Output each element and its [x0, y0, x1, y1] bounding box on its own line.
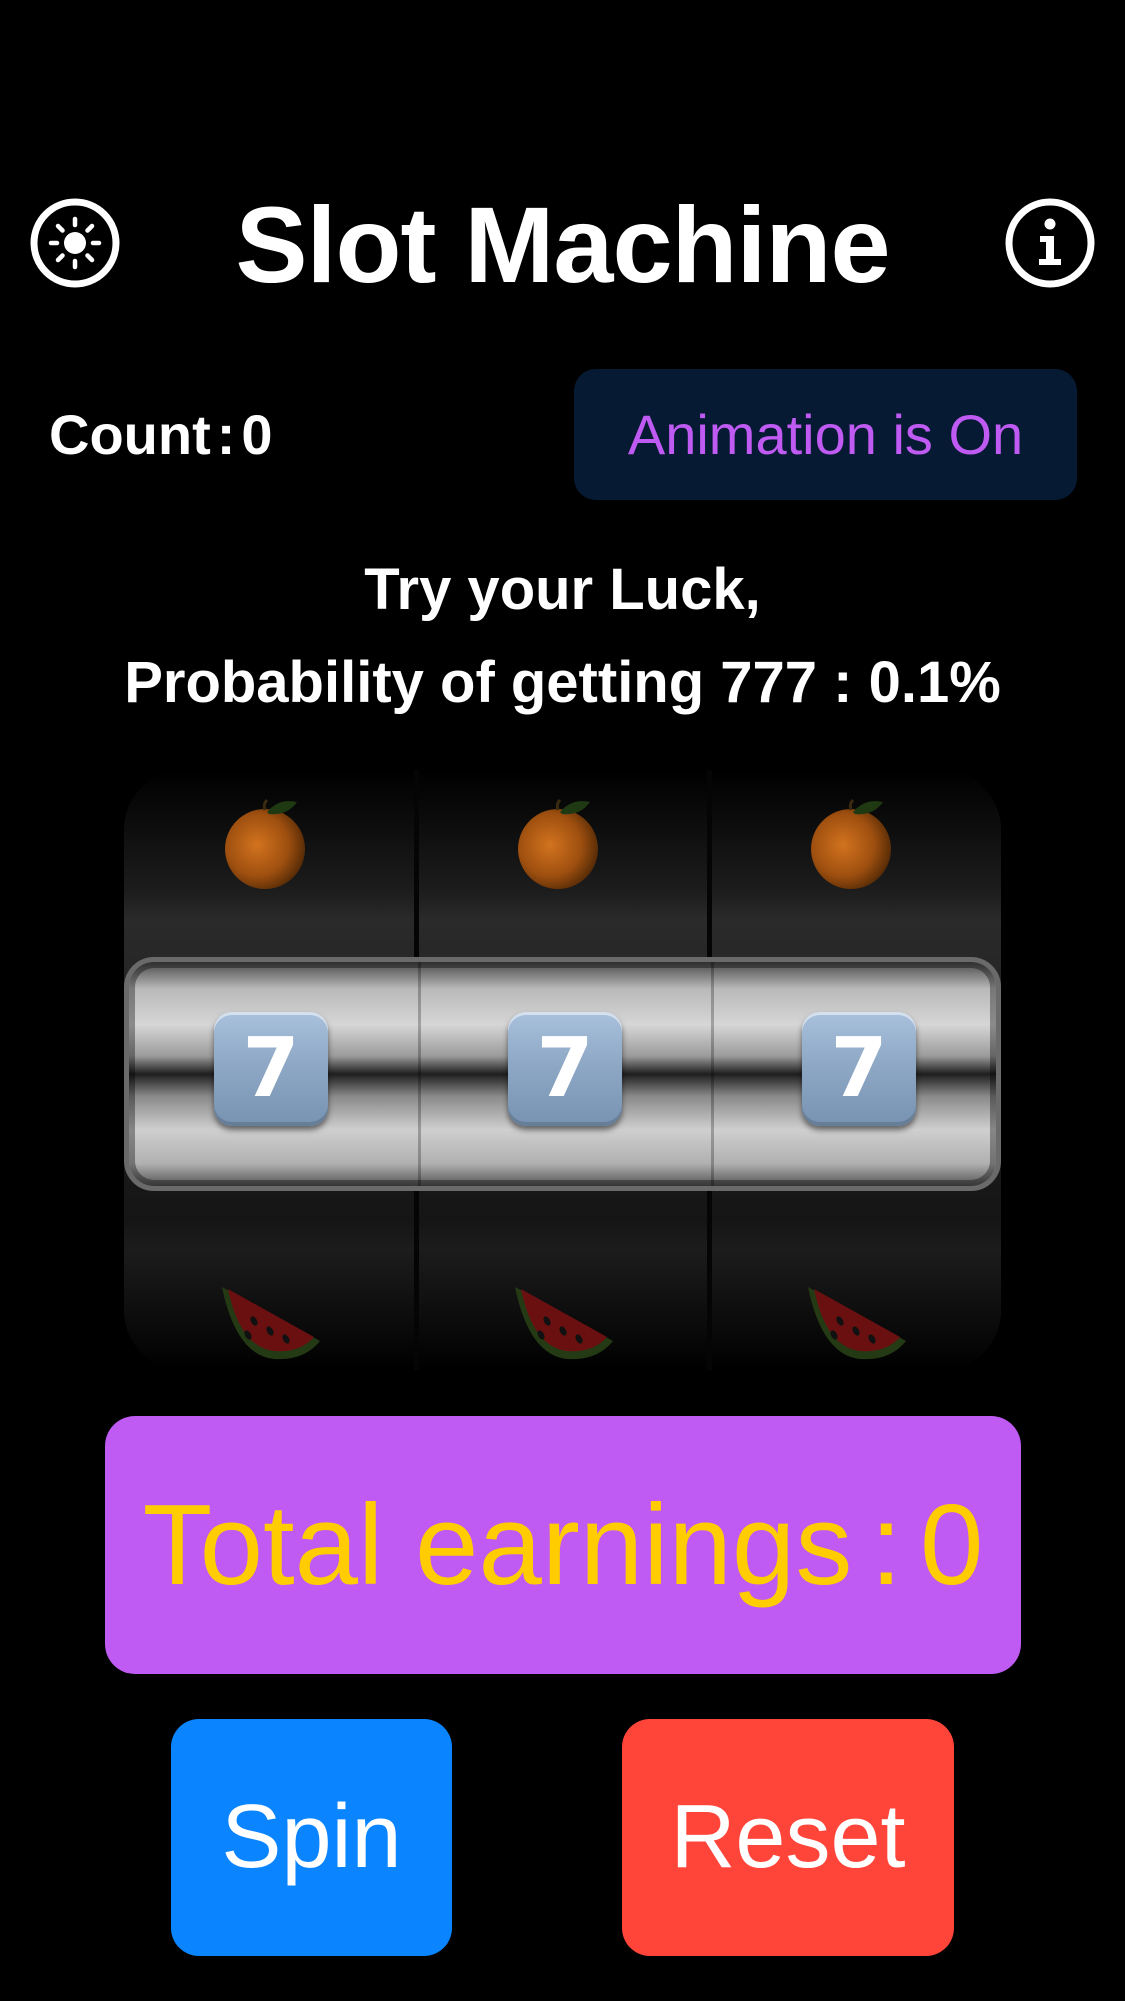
earnings-value: 0 [920, 1481, 984, 1609]
probability-message: Probability of getting 777 : 0.1% [124, 650, 1001, 715]
earnings-label: Total earnings [142, 1481, 853, 1609]
total-earnings-banner: Total earnings:0 [105, 1416, 1021, 1674]
seven-icon: 7 [214, 1012, 328, 1126]
page-title: Slot Machine [235, 184, 890, 305]
orange-icon [217, 792, 317, 892]
orange-icon [510, 792, 610, 892]
watermelon-icon [794, 1265, 914, 1365]
watermelon-icon [208, 1265, 328, 1365]
count-label: Count [49, 403, 211, 466]
seven-icon: 7 [802, 1012, 916, 1126]
count-value: 0 [241, 403, 273, 466]
window-divider [711, 962, 714, 1186]
spin-button[interactable]: Spin [171, 1719, 452, 1956]
reset-button[interactable]: Reset [622, 1719, 954, 1956]
theme-toggle-button[interactable] [29, 197, 121, 289]
luck-message: Try your Luck, [364, 557, 761, 622]
orange-icon [803, 792, 903, 892]
info-icon [1005, 198, 1095, 288]
payline-window: 7 7 7 [124, 957, 1001, 1191]
slot-reels: 7 7 7 [124, 770, 1001, 1370]
earnings-separator: : [870, 1481, 903, 1609]
window-divider [418, 962, 421, 1186]
info-button[interactable] [1004, 197, 1096, 289]
animation-toggle-button[interactable]: Animation is On [574, 369, 1077, 500]
seven-icon: 7 [508, 1012, 622, 1126]
count-separator: : [216, 403, 236, 466]
sun-icon [30, 198, 120, 288]
watermelon-icon [501, 1265, 621, 1365]
spin-count: Count:0 [49, 402, 273, 468]
